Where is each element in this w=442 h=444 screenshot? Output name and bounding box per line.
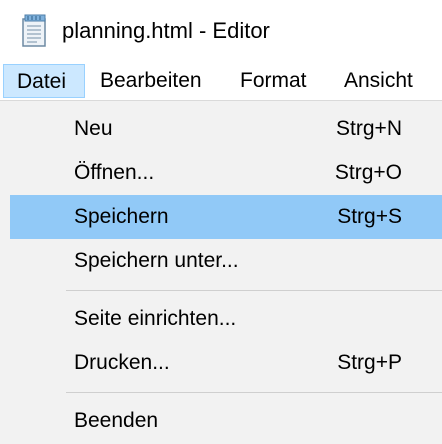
menu-item-label: Seite einrichten...: [74, 307, 237, 330]
menu-item-label: Öffnen...: [74, 161, 155, 184]
menu-item-shortcut: Strg+N: [336, 117, 402, 140]
menu-datei[interactable]: Datei: [3, 64, 85, 98]
file-menu-dropdown: Neu Strg+N Öffnen... Strg+O Speichern St…: [0, 100, 442, 444]
menu-item-label: Beenden: [74, 409, 159, 432]
title-bar: planning.html - Editor: [0, 0, 442, 62]
menu-item-shortcut: Strg+P: [337, 351, 402, 374]
menu-item-drucken[interactable]: Drucken... Strg+P: [10, 341, 442, 385]
menu-separator: [66, 392, 442, 393]
menu-bar: Datei Bearbeiten Format Ansicht: [0, 62, 442, 100]
menu-item-beenden[interactable]: Beenden: [10, 399, 442, 443]
menu-item-label: Speichern: [74, 205, 169, 228]
menu-item-neu[interactable]: Neu Strg+N: [10, 107, 442, 151]
menu-item-shortcut: Strg+S: [337, 205, 402, 228]
menu-item-label: Neu: [74, 117, 113, 140]
menu-item-shortcut: Strg+O: [334, 161, 402, 184]
menu-separator: [66, 290, 442, 291]
menu-item-label: Speichern unter...: [74, 249, 239, 272]
menu-format[interactable]: Format: [240, 64, 307, 98]
menu-ansicht[interactable]: Ansicht: [344, 64, 413, 98]
menu-item-label: Drucken...: [74, 351, 170, 374]
menu-item-speichern-unter[interactable]: Speichern unter...: [10, 239, 442, 283]
window-title: planning.html - Editor: [62, 18, 270, 43]
menu-item-speichern[interactable]: Speichern Strg+S: [10, 195, 442, 239]
notepad-icon: [20, 14, 50, 48]
menu-bearbeiten[interactable]: Bearbeiten: [100, 64, 202, 98]
menu-item-seite-einrichten[interactable]: Seite einrichten...: [10, 297, 442, 341]
menu-item-oeffnen[interactable]: Öffnen... Strg+O: [10, 151, 442, 195]
